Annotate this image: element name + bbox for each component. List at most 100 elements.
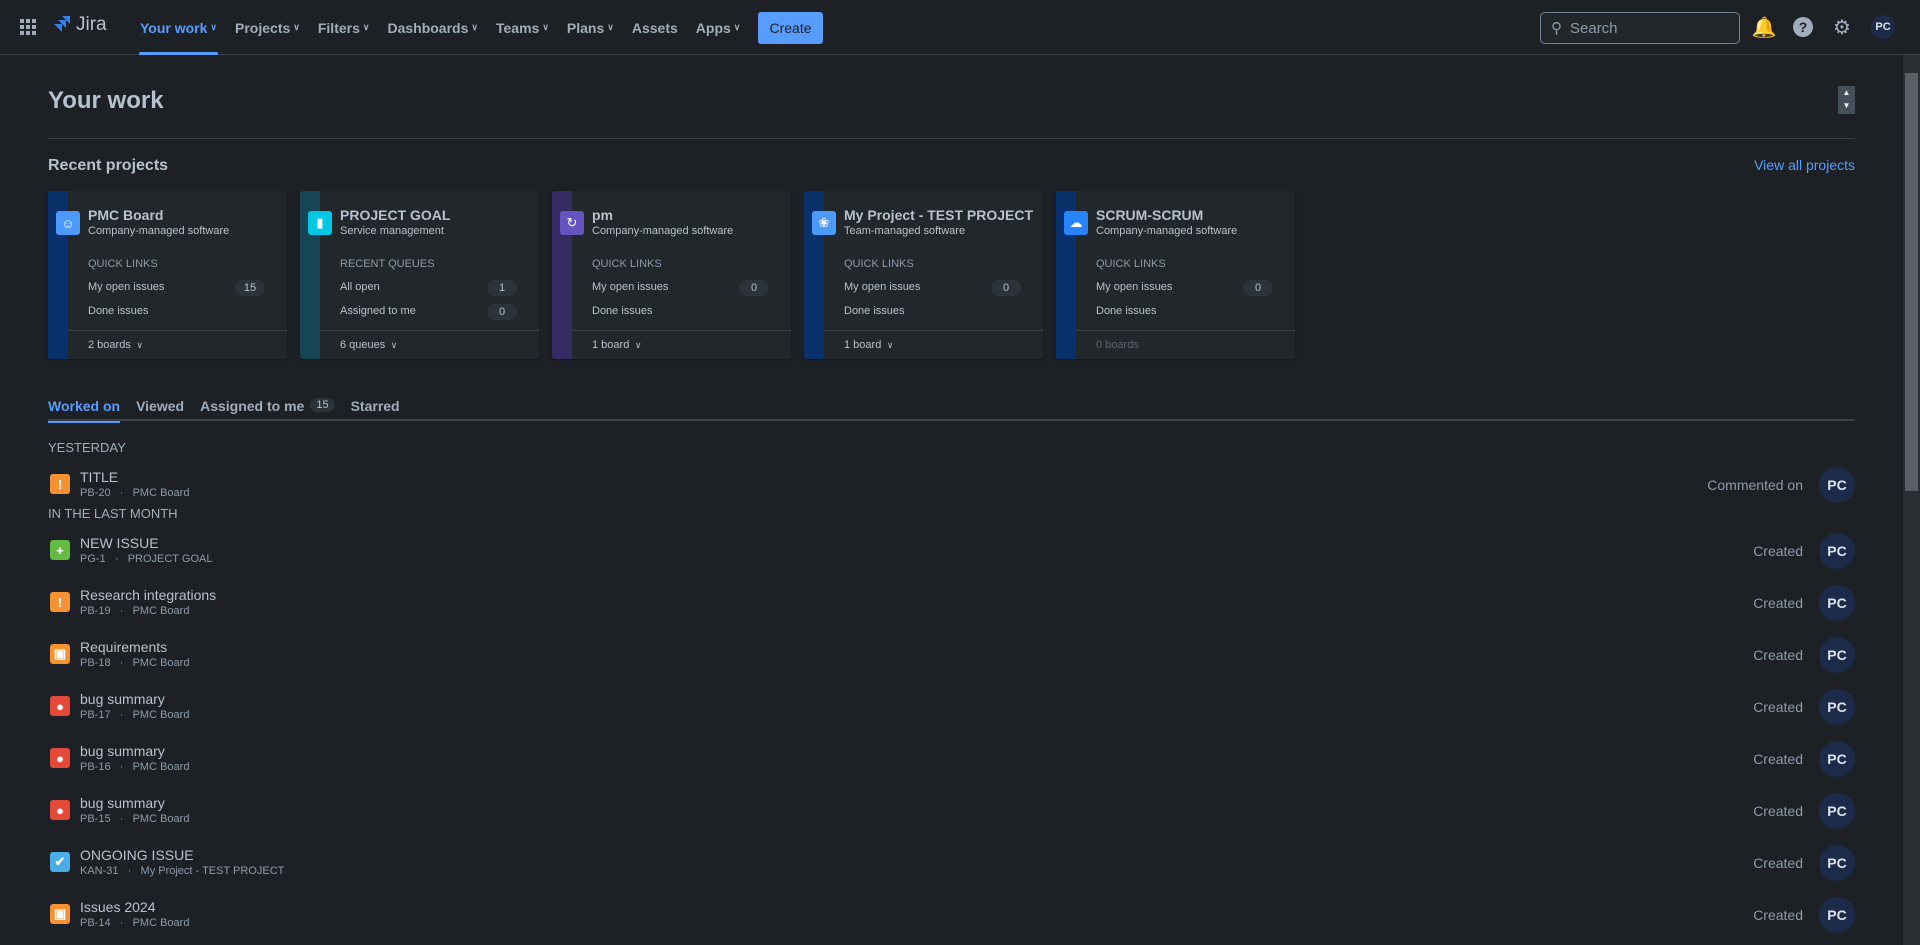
boards-dropdown[interactable]: 1 board ∨: [572, 330, 791, 351]
settings-gear-icon[interactable]: ⚙: [1829, 14, 1855, 40]
issue-title[interactable]: ONGOING ISSUE: [80, 847, 194, 863]
project-card[interactable]: ☁ SCRUM-SCRUM Company-managed software QUIC…: [1056, 191, 1295, 359]
project-card[interactable]: ↻ pm Company-managed software QUICK LINKS My…: [552, 191, 791, 359]
quick-link[interactable]: My open issues: [844, 281, 920, 293]
avatar[interactable]: PC: [1819, 845, 1855, 881]
list-item[interactable]: ! TITLE PB-20 · PMC Board Commented on PC: [48, 467, 1855, 511]
boards-dropdown[interactable]: 2 boards ∨: [68, 330, 287, 351]
issue-project: PMC Board: [132, 709, 190, 721]
issue-meta: PB-18 · PMC Board: [80, 657, 190, 669]
issue-title[interactable]: bug summary: [80, 795, 165, 811]
nav-item-dashboards[interactable]: Dashboards ∨: [378, 0, 487, 55]
quick-link[interactable]: Done issues: [1096, 305, 1157, 317]
avatar[interactable]: PC: [1819, 585, 1855, 621]
nav-item-projects[interactable]: Projects ∨: [226, 0, 309, 55]
notifications-icon[interactable]: 🔔: [1751, 14, 1777, 40]
nav-item-assets[interactable]: Assets: [623, 0, 687, 55]
issue-project: PMC Board: [132, 605, 190, 617]
help-icon[interactable]: ?: [1790, 14, 1816, 40]
project-card[interactable]: ❀ My Project - TEST PROJECT Team-managed s…: [804, 191, 1043, 359]
avatar[interactable]: PC: [1819, 793, 1855, 829]
avatar[interactable]: PC: [1819, 689, 1855, 725]
tab-label: Worked on: [48, 398, 121, 414]
section-label: RECENT QUEUES: [340, 258, 435, 270]
nav-item-your-work[interactable]: Your work ∨: [131, 0, 226, 55]
avatar[interactable]: PC: [1819, 741, 1855, 777]
nav-item-plans[interactable]: Plans ∨: [558, 0, 623, 55]
quick-link[interactable]: My open issues: [592, 281, 668, 293]
nav-item-apps[interactable]: Apps ∨: [687, 0, 750, 55]
issue-project: PROJECT GOAL: [127, 553, 213, 565]
jira-logo[interactable]: Jira: [52, 14, 107, 36]
issue-key: PB-19: [80, 605, 111, 617]
avatar[interactable]: PC: [1819, 533, 1855, 569]
project-name[interactable]: PMC Board: [88, 207, 163, 223]
nav-item-teams[interactable]: Teams ∨: [487, 0, 558, 55]
list-item[interactable]: ✔ ONGOING ISSUE KAN-31 · My Project - TEST…: [48, 845, 1855, 889]
chevron-down-icon: ∨: [210, 22, 218, 32]
quick-link[interactable]: Done issues: [844, 305, 905, 317]
page-scrollbar[interactable]: [1903, 55, 1920, 945]
tab-worked-on[interactable]: Worked on: [48, 398, 121, 423]
create-button[interactable]: Create: [758, 12, 823, 44]
issue-title[interactable]: Requirements: [80, 639, 167, 655]
quick-link[interactable]: All open: [340, 281, 380, 293]
quick-link[interactable]: Done issues: [88, 305, 149, 317]
list-item[interactable]: ▣ Requirements PB-18 · PMC Board Created PC: [48, 637, 1855, 681]
project-name[interactable]: My Project - TEST PROJECT: [844, 207, 1033, 223]
nav-item-label: Projects: [235, 19, 291, 36]
mini-scroll-control[interactable]: ▲ ▼: [1838, 86, 1855, 114]
project-type: Company-managed software: [592, 225, 734, 237]
count-badge: 1: [487, 280, 517, 296]
avatar[interactable]: PC: [1819, 637, 1855, 673]
boards-dropdown[interactable]: 6 queues ∨: [320, 330, 539, 351]
list-item[interactable]: ▣ Issues 2024 PB-14 · PMC Board Created PC: [48, 897, 1855, 941]
quick-link[interactable]: My open issues: [1096, 281, 1172, 293]
project-card[interactable]: ▮ PROJECT GOAL Service management RECENT QU…: [300, 191, 539, 359]
view-all-projects-link[interactable]: View all projects: [1754, 157, 1855, 173]
chevron-down-icon: ∨: [133, 340, 143, 350]
project-avatar-icon: ▮: [308, 211, 332, 235]
app-switcher-icon[interactable]: [20, 19, 36, 35]
list-item[interactable]: + NEW ISSUE PG-1 · PROJECT GOAL Created PC: [48, 533, 1855, 577]
project-name[interactable]: SCRUM-SCRUM: [1096, 207, 1203, 223]
list-item[interactable]: ● bug summary PB-16 · PMC Board Created PC: [48, 741, 1855, 785]
scrollbar-thumb[interactable]: [1905, 73, 1918, 491]
task-icon: ✔: [50, 852, 70, 872]
section-label: QUICK LINKS: [844, 258, 914, 270]
quick-link[interactable]: My open issues: [88, 281, 164, 293]
project-avatar-icon: ↻: [560, 211, 584, 235]
tab-starred[interactable]: Starred: [351, 398, 400, 421]
quick-link[interactable]: Assigned to me: [340, 305, 416, 317]
bug-icon: ●: [50, 800, 70, 820]
list-item[interactable]: ● bug summary PB-15 · PMC Board Created PC: [48, 793, 1855, 837]
project-card[interactable]: ☺ PMC Board Company-managed software QUICK …: [48, 191, 287, 359]
count-badge: 0: [739, 280, 769, 296]
nav-item-label: Teams: [495, 19, 540, 36]
avatar[interactable]: PC: [1819, 467, 1855, 503]
project-name[interactable]: pm: [592, 207, 613, 223]
issue-title[interactable]: TITLE: [80, 469, 118, 485]
tab-viewed[interactable]: Viewed: [136, 398, 184, 421]
issue-title[interactable]: Issues 2024: [80, 899, 156, 915]
group-heading: YESTERDAY: [48, 440, 126, 455]
profile-button[interactable]: PC: [1870, 14, 1896, 40]
boards-label: 0 boards: [1096, 339, 1139, 351]
quick-link[interactable]: Done issues: [592, 305, 653, 317]
list-item[interactable]: ● bug summary PB-17 · PMC Board Created PC: [48, 689, 1855, 733]
avatar[interactable]: PC: [1819, 897, 1855, 933]
issue-title[interactable]: NEW ISSUE: [80, 535, 159, 551]
issue-title[interactable]: bug summary: [80, 743, 165, 759]
list-item[interactable]: ! Research integrations PB-19 · PMC Board C…: [48, 585, 1855, 629]
project-name[interactable]: PROJECT GOAL: [340, 207, 450, 223]
nav-item-label: Dashboards: [387, 19, 469, 36]
nav-item-filters[interactable]: Filters ∨: [309, 0, 379, 55]
divider: [48, 138, 1855, 139]
issue-title[interactable]: Research integrations: [80, 587, 216, 603]
tab-assigned-to-me[interactable]: Assigned to me 15: [200, 398, 335, 421]
nav-menu: Your work ∨ Projects ∨ Filters ∨ Dashboards ∨ Te…: [131, 0, 749, 55]
search-input[interactable]: ⚲ Search: [1540, 12, 1740, 44]
issue-title[interactable]: bug summary: [80, 691, 165, 707]
project-type: Company-managed software: [1096, 225, 1238, 237]
boards-dropdown[interactable]: 1 board ∨: [824, 330, 1043, 351]
